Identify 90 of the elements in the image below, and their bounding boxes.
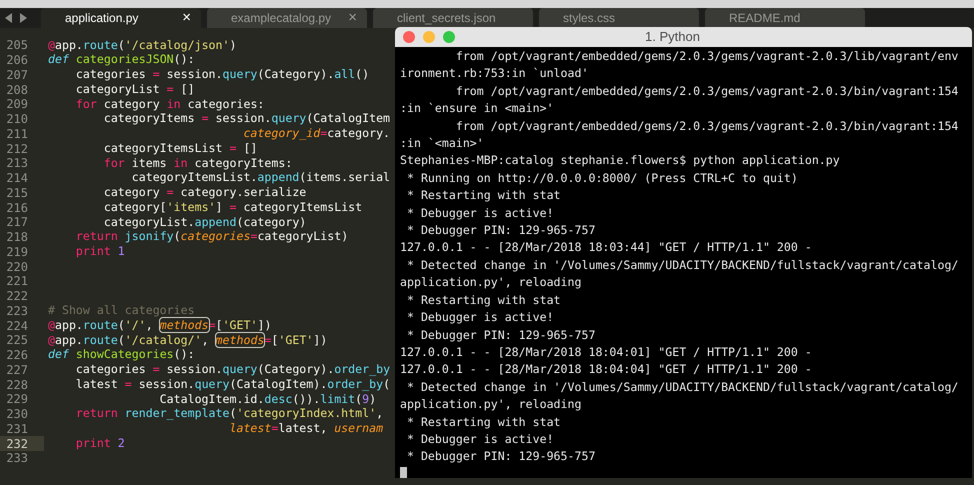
code-line: latest=latest, usernam [228,420,384,438]
terminal-line: ironment.rb:753:in `unload' [400,65,590,82]
terminal-line: 127.0.0.1 - - [28/Mar/2018 18:04:04] "GET / HTTP/1.1" 200 - [400,361,813,378]
terminal-line: * Debugger is active! [406,309,555,326]
code-line: @app.route('/catalog/json') [48,36,236,54]
line-number: 218 [5,229,28,246]
code-line: return jsonify(categories=categoryList) [74,228,348,246]
code-line: category['items'] = categoryItemsList [102,198,362,216]
tab-label: styles.css [563,10,616,27]
terminal-line: * Detected change in '/Volumes/Sammy/UDACITY/BACKEND/fullstack/vagrant/catalog/ [406,378,960,396]
line-number: 216 [5,200,28,217]
terminal-line: application.py', reloading [400,274,582,292]
code-line: categoryItems = session.query(CatalogItem [102,110,390,128]
terminal-line: 127.0.0.1 - - [28/Mar/2018 18:03:44] "GET / HTTP/1.1" 200 - [400,239,813,256]
tab-label: examplecatalog.py [231,10,332,27]
close-tab-button[interactable]: × [348,6,357,30]
code-line: categoryItemsList = [] [102,140,258,157]
line-number: 230 [5,406,28,424]
line-number: 224 [5,318,28,335]
line-number: 223 [5,302,28,320]
line-number: 207 [5,66,28,84]
tab-label: application.py [65,10,138,27]
code-line: def categoriesJSON(): [48,52,195,68]
terminal-line: * Restarting with stat [406,414,562,431]
close-tab-button[interactable]: × [182,6,191,30]
line-number: 220 [5,258,28,276]
terminal-line: from /opt/vagrant/embedded/gems/2.0.3/gems/vagrant-2.0.3/bin/vagrant:154 [454,118,960,135]
code-line: @app.route('/catalog/', methods=['GET']) [48,332,328,349]
code-line: CatalogItem.id.desc()).limit(9) [158,391,376,408]
code-line: categories = session.query(Category).all() [74,66,370,84]
code-line: category = category.serialize [102,184,306,202]
terminal-line: * Detected change in '/Volumes/Sammy/UDACITY/BACKEND/fullstack/vagrant/catalog/ [406,256,960,274]
line-number: 215 [5,184,28,202]
code-line: print 2 [74,434,125,452]
line-number: 233 [5,450,28,468]
line-number: 208 [5,82,28,99]
terminal-line: :in `ensure in <main>' [400,100,555,118]
code-line: for category in categories: [74,96,264,113]
code-line: def showCategories(): [48,346,195,364]
code-line: categoryList.append(category) [102,214,306,231]
line-number: 210 [5,111,28,128]
window-title: 1. Python [645,28,700,46]
line-number: 226 [5,347,28,364]
terminal-line: application.py', reloading [400,396,582,414]
terminal-line: Stephanies-MBP:catalog stephanie.flowers$ python application.py [400,152,841,170]
line-number: 211 [5,126,28,143]
file-tab[interactable]: examplecatalog.py × [207,8,367,28]
line-number: 209 [5,96,28,114]
terminal-line: * Restarting with stat [406,292,562,309]
line-number: 229 [5,391,28,408]
terminal-line: * Debugger PIN: 129-965-757 [406,448,596,466]
file-tab[interactable]: client_secrets.json [373,8,533,28]
line-number: 214 [5,170,28,188]
line-number: 231 [5,420,28,438]
line-number: 212 [5,140,28,158]
terminal-line: * Debugger is active! [406,430,555,448]
line-number: 221 [5,273,28,290]
file-tab[interactable]: styles.css [539,8,699,28]
line-number: 213 [5,155,28,172]
code-line: return render_template('categoryIndex.html', [74,406,384,422]
terminal-line: from /opt/vagrant/embedded/gems/2.0.3/gems/vagrant-2.0.3/bin/vagrant:154 [454,82,960,100]
terminal-line: * Restarting with stat [406,187,562,204]
code-line: categoryItemsList.append(items.serial [130,170,390,186]
line-number: 205 [5,37,28,54]
code-line: category_id=category. [242,125,390,142]
terminal-line: * Running on http://0.0.0.0:8000/ (Press CTRL+C to quit) [406,170,799,187]
terminal-line: from /opt/vagrant/embedded/gems/2.0.3/gems/vagrant-2.0.3/lib/vagrant/env [454,48,960,65]
file-tab[interactable]: README.md [705,8,865,28]
code-line: categoryList = [] [74,80,195,98]
terminal-line: * Debugger PIN: 129-965-757 [406,326,596,344]
terminal-line: 127.0.0.1 - - [28/Mar/2018 18:04:01] "GET / HTTP/1.1" 200 - [400,344,813,361]
line-number: 227 [5,362,28,379]
code-line: categories = session.query(Category).order_by [74,361,390,378]
tab-label: client_secrets.json [397,10,496,27]
line-number: 225 [5,332,28,350]
code-line: # Show all categories [48,302,195,320]
line-number: 206 [5,52,28,70]
line-number: 222 [5,288,28,306]
terminal-line: :in `<main>' [400,135,485,152]
terminal-line: * Debugger is active! [406,204,555,222]
code-line: print 1 [74,243,125,260]
line-number: 228 [5,376,28,394]
code-line: latest = session.query(CatalogItem).order_by( [74,376,390,393]
line-number: 219 [5,244,28,261]
line-number: 232 [5,436,28,453]
code-line: for items in categoryItems: [102,154,292,172]
line-number: 217 [5,214,28,232]
terminal-line: * Debugger PIN: 129-965-757 [406,222,596,240]
file-tab[interactable]: application.py × [41,8,201,28]
tab-label: README.md [729,10,800,27]
